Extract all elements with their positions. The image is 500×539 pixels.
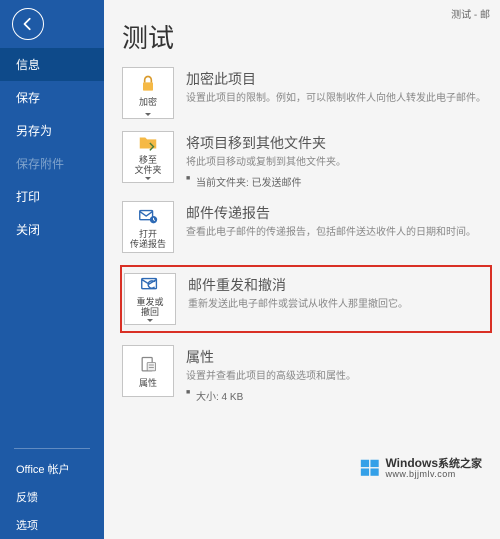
option-resend-recall: 重发或 撤回 邮件重发和撤消 重新发送此电子邮件或尝试从收件人那里撤回它。	[120, 265, 492, 333]
option-bullet: 当前文件夹: 已发送邮件	[186, 174, 492, 189]
option-title: 将项目移到其他文件夹	[186, 133, 492, 153]
sidebar-label: 选项	[16, 520, 38, 532]
watermark-brand-en: Windows	[385, 456, 438, 470]
chevron-down-icon	[145, 113, 151, 116]
watermark-text: Windows系统之家 www.bjjmlv.com	[385, 457, 482, 479]
tile-label: 打开 传递报告	[130, 230, 166, 250]
sidebar-nav: 信息 保存 另存为 保存附件 打印 关闭	[0, 48, 104, 246]
encrypt-tile[interactable]: 加密	[122, 67, 174, 119]
sidebar-item-feedback[interactable]: 反馈	[0, 483, 104, 511]
option-title: 邮件重发和撤消	[188, 275, 484, 295]
sidebar-item-print[interactable]: 打印	[0, 180, 104, 213]
tile-label: 属性	[139, 379, 157, 389]
page-title: 测试	[122, 18, 500, 55]
sidebar-label: 保存附件	[16, 157, 64, 171]
option-text: 属性 设置并查看此项目的高级选项和属性。 大小: 4 KB	[186, 345, 492, 403]
back-arrow-icon	[21, 17, 35, 31]
option-text: 邮件传递报告 查看此电子邮件的传递报告，包括邮件送达收件人的日期和时间。	[186, 201, 492, 240]
watermark: Windows系统之家 www.bjjmlv.com	[359, 457, 482, 479]
option-delivery-report: 打开 传递报告 邮件传递报告 查看此电子邮件的传递报告，包括邮件送达收件人的日期…	[122, 201, 500, 253]
option-title: 属性	[186, 347, 492, 367]
sidebar-label: 信息	[16, 58, 40, 72]
breadcrumb: 测试 - 邮	[451, 6, 490, 21]
option-title: 加密此项目	[186, 69, 492, 89]
sidebar-label: 保存	[16, 91, 40, 105]
option-title: 邮件传递报告	[186, 203, 492, 223]
tile-label: 加密	[139, 98, 157, 108]
move-folder-tile[interactable]: 移至 文件夹	[122, 131, 174, 183]
sidebar-item-close[interactable]: 关闭	[0, 213, 104, 246]
sidebar-label: Office 帐户	[16, 464, 70, 476]
properties-tile[interactable]: 属性	[122, 345, 174, 397]
sidebar-item-account[interactable]: Office 帐户	[0, 455, 104, 483]
file-sidebar: 信息 保存 另存为 保存附件 打印 关闭 Office 帐户 反馈 选项	[0, 0, 104, 539]
option-desc: 设置此项目的限制。例如，可以限制收件人向他人转发此电子邮件。	[186, 92, 492, 106]
sidebar-item-saveas[interactable]: 另存为	[0, 114, 104, 147]
sidebar-bottom: Office 帐户 反馈 选项	[0, 448, 104, 539]
chevron-down-icon	[145, 177, 151, 180]
option-properties: 属性 属性 设置并查看此项目的高级选项和属性。 大小: 4 KB	[122, 345, 500, 403]
main-content: 测试 - 邮 测试 加密 加密此项目 设置此项目的限制。例如，可以限制收件人向他…	[104, 0, 500, 539]
windows-logo-icon	[359, 457, 381, 479]
option-text: 将项目移到其他文件夹 将此项目移动或复制到其他文件夹。 当前文件夹: 已发送邮件	[186, 131, 492, 189]
folder-move-icon	[136, 132, 160, 154]
option-text: 加密此项目 设置此项目的限制。例如，可以限制收件人向他人转发此电子邮件。	[186, 67, 492, 106]
sidebar-label: 关闭	[16, 223, 40, 237]
properties-icon	[136, 353, 160, 377]
option-bullet: 大小: 4 KB	[186, 388, 492, 403]
option-desc: 将此项目移动或复制到其他文件夹。	[186, 156, 492, 170]
chevron-down-icon	[147, 319, 153, 322]
sidebar-item-save[interactable]: 保存	[0, 81, 104, 114]
tile-label: 移至 文件夹	[134, 156, 161, 176]
sidebar-item-info[interactable]: 信息	[0, 48, 104, 81]
report-icon	[136, 204, 160, 228]
sidebar-item-save-attachment: 保存附件	[0, 147, 104, 180]
option-desc: 设置并查看此项目的高级选项和属性。	[186, 370, 492, 384]
delivery-report-tile[interactable]: 打开 传递报告	[122, 201, 174, 253]
resend-recall-tile[interactable]: 重发或 撤回	[124, 273, 176, 325]
sidebar-item-options[interactable]: 选项	[0, 511, 104, 539]
watermark-url: www.bjjmlv.com	[385, 470, 482, 479]
lock-icon	[136, 72, 160, 96]
option-desc: 查看此电子邮件的传递报告，包括邮件送达收件人的日期和时间。	[186, 226, 492, 240]
option-move-folder: 移至 文件夹 将项目移到其他文件夹 将此项目移动或复制到其他文件夹。 当前文件夹…	[122, 131, 500, 189]
back-button[interactable]	[12, 8, 44, 40]
option-text: 邮件重发和撤消 重新发送此电子邮件或尝试从收件人那里撤回它。	[188, 273, 484, 312]
sidebar-label: 反馈	[16, 492, 38, 504]
sidebar-label: 另存为	[16, 124, 52, 138]
sidebar-divider	[14, 448, 90, 449]
sidebar-label: 打印	[16, 190, 40, 204]
tile-label: 重发或 撤回	[136, 298, 163, 318]
resend-icon	[138, 274, 162, 296]
option-encrypt: 加密 加密此项目 设置此项目的限制。例如，可以限制收件人向他人转发此电子邮件。	[122, 67, 500, 119]
option-desc: 重新发送此电子邮件或尝试从收件人那里撤回它。	[188, 298, 484, 312]
